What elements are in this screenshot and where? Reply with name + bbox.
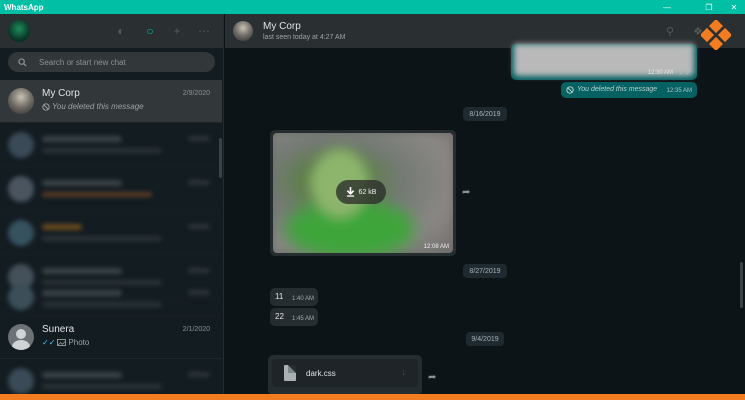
search-bar	[0, 48, 223, 78]
message-time: 1:45 AM	[291, 316, 314, 322]
message-text-incoming[interactable]: 11 1:40 AM	[270, 288, 318, 306]
forward-icon[interactable]: ➦	[462, 187, 470, 198]
search-icon	[18, 57, 27, 67]
chat-name: My Corp	[42, 88, 80, 99]
minimize-icon[interactable]: —	[656, 0, 678, 14]
message-deleted-outgoing[interactable]: You deleted this message 12:35 AM	[561, 82, 697, 98]
file-attachment[interactable]: dark.css ↓	[272, 359, 418, 387]
chat-item-blurred[interactable]	[0, 168, 222, 211]
contact-name: My Corp	[263, 21, 301, 32]
message-text: You deleted this message	[577, 86, 658, 93]
maximize-icon[interactable]: ❐	[698, 0, 720, 14]
search-icon[interactable]: ⚲	[666, 25, 674, 38]
message-text-incoming[interactable]: 22 1:45 AM	[270, 308, 318, 326]
forward-icon[interactable]: ➦	[428, 372, 436, 383]
search-box[interactable]	[8, 52, 215, 72]
conversation-header[interactable]: My Corp last seen today at 4:27 AM ⚲ ❖	[225, 14, 745, 50]
app-title: WhatsApp	[4, 2, 44, 12]
date-chip: 8/27/2019	[463, 264, 507, 278]
contact-avatar[interactable]	[233, 21, 253, 41]
chat-preview-text: Photo	[68, 338, 90, 347]
new-chat-icon[interactable]: +	[170, 24, 184, 38]
accent-bar	[0, 394, 745, 400]
chat-preview: ✓✓ Photo	[42, 338, 89, 347]
double-check-icon: ✓✓	[42, 338, 56, 347]
sidebar-header: ◐ ○ + ⋯	[0, 14, 223, 48]
message-file-incoming[interactable]: dark.css ↓	[268, 355, 422, 394]
file-download-icon[interactable]: ↓	[402, 367, 407, 377]
avatar	[8, 324, 34, 350]
contact-status: last seen today at 4:27 AM	[263, 34, 346, 41]
sidebar-scrollbar[interactable]	[219, 138, 222, 178]
status-icon[interactable]: ◐	[114, 24, 128, 38]
file-icon	[284, 365, 296, 381]
date-chip: 8/16/2019	[463, 107, 507, 121]
chat-item-blurred[interactable]	[0, 278, 222, 316]
conversation-scrollbar[interactable]	[740, 262, 743, 308]
file-name: dark.css	[306, 368, 336, 378]
message-image-incoming[interactable]: 62 kB 12:08 AM	[270, 130, 456, 256]
message-text: 11	[275, 292, 284, 301]
search-input[interactable]	[39, 57, 199, 67]
chat-item-blurred[interactable]	[0, 124, 222, 167]
download-icon	[346, 187, 354, 197]
sidebar: ◐ ○ + ⋯ My Corp 2/9/2020 You deleted thi…	[0, 14, 224, 394]
conversation-panel: My Corp last seen today at 4:27 AM ⚲ ❖ 1…	[225, 14, 745, 394]
close-icon[interactable]: ✕	[723, 0, 745, 14]
chat-item-blurred[interactable]	[0, 360, 222, 394]
download-button[interactable]: 62 kB	[336, 180, 386, 204]
double-check-icon: ✓✓	[679, 70, 691, 77]
my-avatar[interactable]	[8, 20, 30, 42]
chat-icon[interactable]: ○	[143, 24, 157, 38]
message-time: 1:40 AM	[291, 296, 314, 302]
window-titlebar: WhatsApp — ❐ ✕	[0, 0, 745, 14]
chat-name: Sunera	[42, 324, 75, 335]
watermark-logo-icon	[701, 20, 731, 50]
chat-item-my-corp[interactable]: My Corp 2/9/2020 You deleted this messag…	[0, 80, 222, 123]
download-size: 62 kB	[358, 188, 377, 196]
menu-icon[interactable]: ⋯	[197, 24, 211, 38]
message-time: 12:08 AM	[423, 244, 449, 250]
deleted-icon	[566, 86, 574, 94]
deleted-icon	[42, 102, 50, 111]
chat-preview-text: You deleted this message	[52, 102, 144, 111]
message-time: 12:30 AM	[647, 70, 673, 76]
message-text: 22	[275, 312, 284, 321]
chat-item-blurred[interactable]	[0, 212, 222, 255]
photo-icon	[57, 339, 67, 346]
chat-date: 2/9/2020	[182, 90, 210, 97]
message-image-outgoing[interactable]: 12:30 AM ✓✓	[511, 44, 697, 80]
chat-date: 2/1/2020	[182, 326, 210, 333]
message-time: 12:35 AM	[666, 88, 692, 94]
date-chip: 9/4/2019	[466, 332, 504, 346]
chat-item-sunera[interactable]: Sunera 2/1/2020 ✓✓ Photo	[0, 316, 222, 359]
avatar	[8, 88, 34, 114]
chat-preview: You deleted this message	[42, 102, 144, 111]
